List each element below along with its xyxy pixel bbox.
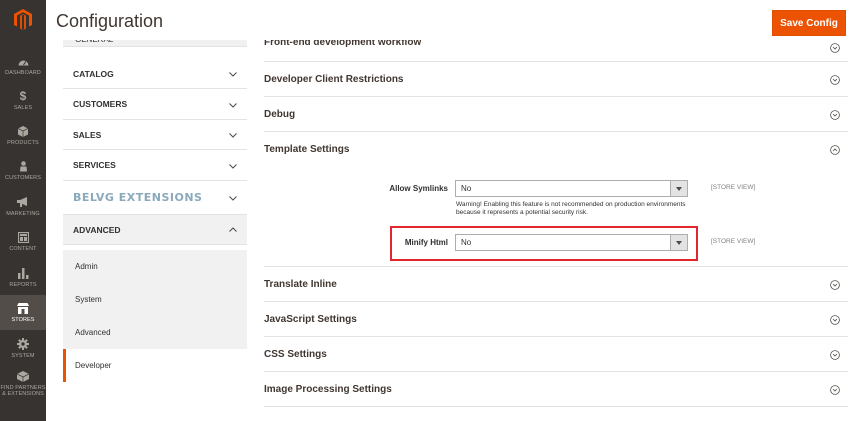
expand-icon[interactable] [830, 350, 840, 360]
scope-label: [STORE VIEW] [711, 238, 756, 245]
section-translate-inline[interactable]: Translate Inline [264, 267, 848, 302]
scope-label: [STORE VIEW] [711, 184, 756, 191]
sidebar-link-label: System [75, 295, 102, 304]
nav-item-find-partners-extensions[interactable]: FIND PARTNERS & EXTENSIONS [0, 366, 46, 401]
megaphone-icon [17, 196, 29, 208]
sidebar-tab-label: CATALOG [73, 68, 114, 79]
page-title: Configuration [56, 11, 164, 31]
section-title: Front-end development workflow [264, 40, 422, 48]
sidebar-tab-label: CUSTOMERS [73, 99, 128, 109]
collapse-icon[interactable] [830, 145, 840, 155]
nav-item-label: MARKETING [6, 211, 40, 217]
select-value: No [461, 184, 472, 193]
nav-item-system[interactable]: SYSTEM [0, 331, 46, 366]
allow-symlinks-label: Allow Symlinks [389, 184, 448, 193]
sidebar-tab-label: SALES [73, 129, 102, 140]
allow-symlinks-note: Warning! Enabling this feature is not re… [456, 201, 686, 216]
allow-symlinks-select[interactable]: No [455, 180, 688, 197]
nav-item-dashboard[interactable]: DASHBOARD [0, 48, 46, 83]
sidebar-tab-sales[interactable]: SALES [63, 120, 247, 150]
nav-item-label: PRODUCTS [7, 140, 39, 146]
chevron-down-icon [229, 133, 237, 138]
layout-icon [17, 231, 29, 243]
nav-item-label: DASHBOARD [5, 70, 41, 76]
expand-icon[interactable] [830, 280, 840, 290]
sidebar-link-advanced[interactable]: Advanced [63, 316, 247, 349]
sidebar-tab-label: ADVANCED [73, 224, 121, 235]
sidebar-link-admin[interactable]: Admin [63, 250, 247, 283]
section-client-restrictions[interactable]: Developer Client Restrictions [264, 62, 848, 97]
nav-item-products[interactable]: PRODUCTS [0, 118, 46, 153]
sidebar-tab-label: BELVG EXTENSIONS [73, 191, 203, 204]
dashboard-icon [17, 55, 29, 67]
nav-item-label: SYSTEM [11, 353, 35, 359]
chevron-down-icon [229, 102, 237, 108]
expand-icon[interactable] [830, 75, 840, 85]
cube-icon [17, 125, 29, 137]
nav-item-customers[interactable]: CUSTOMERS [0, 153, 46, 188]
section-title: Translate Inline [264, 279, 337, 290]
nav-item-label: CUSTOMERS [5, 175, 41, 181]
nav-item-sales[interactable]: $ SALES [0, 83, 46, 118]
gear-icon [17, 338, 29, 350]
expand-icon[interactable] [830, 110, 840, 120]
bar-chart-icon [17, 267, 29, 279]
chevron-down-icon [229, 196, 237, 201]
sidebar-link-label: Advanced [75, 328, 111, 337]
nav-item-content[interactable]: CONTENT [0, 224, 46, 259]
section-image-processing[interactable]: Image Processing Settings [264, 372, 848, 407]
highlight-box [390, 226, 698, 261]
chevron-down-icon [229, 163, 237, 169]
sidebar-link-label: Admin [75, 262, 98, 271]
nav-item-label: FIND PARTNERS & EXTENSIONS [0, 385, 46, 397]
section-css-settings[interactable]: CSS Settings [264, 337, 848, 372]
dropdown-arrow-icon [670, 181, 687, 196]
sidebar-tab-label: SERVICES [73, 160, 116, 170]
nav-item-label: SALES [13, 105, 33, 111]
section-title: Image Processing Settings [264, 384, 392, 395]
store-icon [17, 302, 29, 314]
magento-logo-icon[interactable] [0, 0, 46, 40]
nav-item-label: STORES [11, 317, 35, 323]
nav-item-reports[interactable]: REPORTS [0, 260, 46, 295]
dollar-icon: $ [19, 89, 27, 103]
sidebar-tab-services[interactable]: SERVICES [63, 150, 247, 181]
expand-icon[interactable] [830, 43, 840, 53]
sidebar-tab-belvg-extensions[interactable]: BELVG EXTENSIONS [63, 181, 247, 215]
box-icon [17, 370, 29, 382]
sidebar-link-system[interactable]: System [63, 283, 247, 316]
section-title: Debug [264, 109, 296, 120]
nav-item-marketing[interactable]: MARKETING [0, 189, 46, 224]
nav-item-label: CONTENT [9, 246, 37, 252]
expand-icon[interactable] [830, 385, 840, 395]
nav-item-label: REPORTS [9, 282, 37, 288]
section-title: Developer Client Restrictions [264, 74, 404, 85]
config-sidebar: GENERAL CATALOG CUSTOMERS SALES SERVICES BEL… [63, 40, 247, 390]
sidebar-tab-advanced[interactable]: ADVANCED [63, 215, 247, 245]
section-debug[interactable]: Debug [264, 97, 848, 132]
person-icon [17, 160, 29, 172]
sidebar-cut-item: GENERAL [63, 40, 247, 47]
section-javascript-settings[interactable]: JavaScript Settings [264, 302, 848, 337]
sidebar-link-label: Developer [75, 361, 112, 370]
sidebar-tab-catalog[interactable]: CATALOG [63, 59, 247, 89]
expand-icon[interactable] [830, 315, 840, 325]
sidebar-link-developer[interactable]: Developer [63, 349, 247, 382]
chevron-down-icon [229, 72, 237, 77]
save-config-button[interactable]: Save Config [772, 10, 846, 36]
chevron-up-icon [229, 227, 237, 232]
sidebar-tab-customers[interactable]: CUSTOMERS [63, 89, 247, 120]
section-title: JavaScript Settings [264, 314, 357, 325]
section-title[interactable]: Template Settings [264, 144, 349, 155]
nav-item-stores[interactable]: STORES [0, 295, 46, 330]
section-title: CSS Settings [264, 349, 327, 360]
section-frontend-dev[interactable]: Front-end development workflow [264, 40, 848, 62]
